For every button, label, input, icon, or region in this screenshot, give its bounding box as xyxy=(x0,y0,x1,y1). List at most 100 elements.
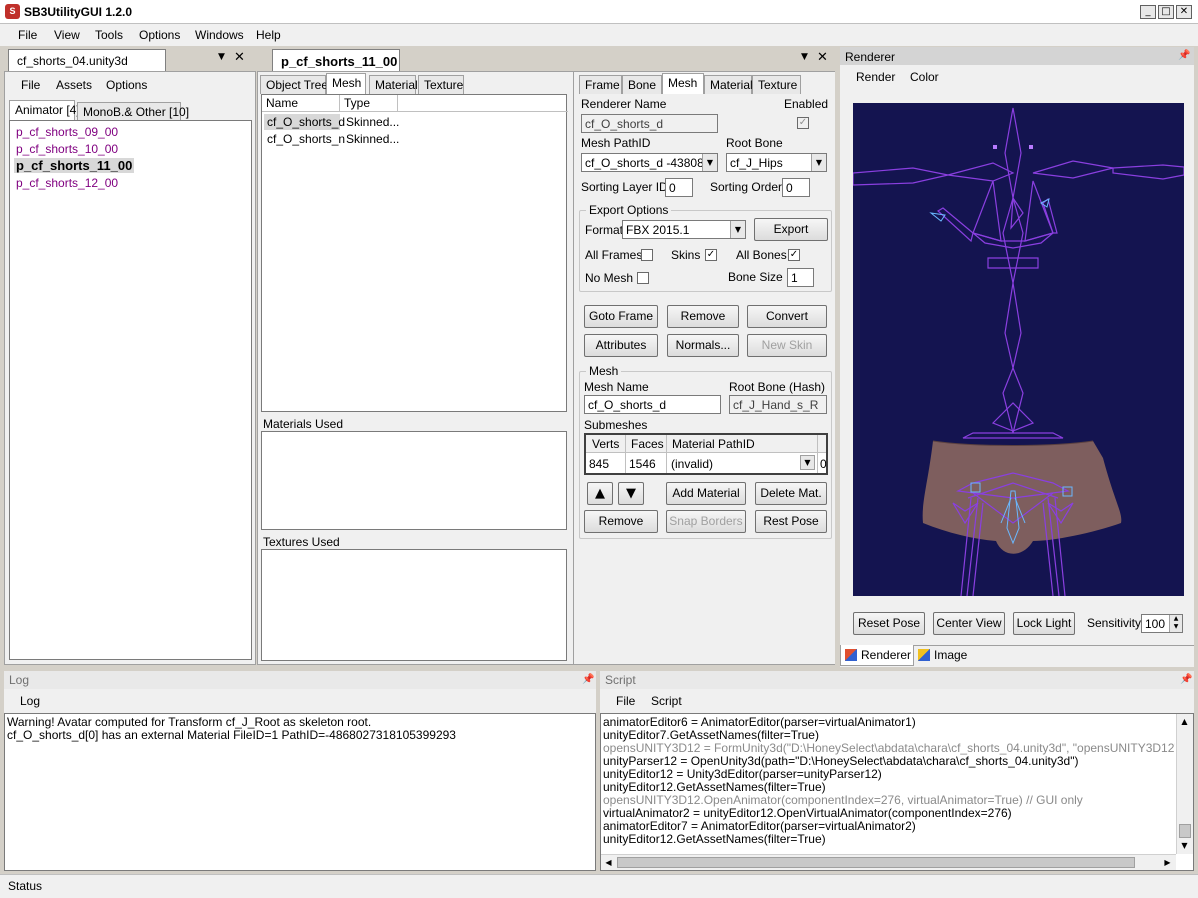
bone-size-field[interactable]: 1 xyxy=(787,268,814,287)
tab-texture[interactable]: Texture xyxy=(418,75,464,94)
pin-icon[interactable]: 📌 xyxy=(1180,674,1192,685)
snap-borders-button[interactable]: Snap Borders xyxy=(666,510,746,533)
menu-view[interactable]: View xyxy=(54,28,80,42)
hscroll-thumb[interactable] xyxy=(617,857,1135,868)
script-menu-file[interactable]: File xyxy=(616,694,635,708)
tab-frame[interactable]: Frame xyxy=(579,75,622,94)
renderer-icon xyxy=(845,649,857,661)
convert-button[interactable]: Convert xyxy=(747,305,827,328)
script-vscrollbar[interactable]: ▲ ▼ xyxy=(1176,714,1193,854)
tab-mesh-props[interactable]: Mesh xyxy=(662,73,704,94)
remove-submesh-button[interactable]: Remove xyxy=(584,510,658,533)
normals-button[interactable]: Normals... xyxy=(667,334,739,357)
list-item[interactable]: p_cf_shorts_09_00 xyxy=(16,125,118,139)
list-item[interactable]: p_cf_shorts_10_00 xyxy=(16,142,118,156)
log-text[interactable]: Warning! Avatar computed for Transform c… xyxy=(4,713,596,871)
tab-material[interactable]: Material xyxy=(369,75,418,94)
sensitivity-stepper[interactable]: 100 ▲ ▼ xyxy=(1141,614,1183,633)
remove-button[interactable]: Remove xyxy=(667,305,739,328)
all-bones-checkbox[interactable]: ✓ xyxy=(788,249,800,261)
scroll-down-icon[interactable]: ▼ xyxy=(1177,838,1192,853)
list-item[interactable]: p_cf_shorts_12_00 xyxy=(16,176,118,190)
spinner-icon[interactable]: ▲ ▼ xyxy=(1169,615,1182,632)
submesh-material[interactable]: (invalid) xyxy=(671,457,713,471)
tab-renderer-bottom[interactable]: Renderer xyxy=(840,645,914,666)
minimize-button[interactable]: _ xyxy=(1140,5,1156,19)
lock-light-button[interactable]: Lock Light xyxy=(1013,612,1075,635)
scroll-thumb[interactable] xyxy=(1179,824,1191,838)
chevron-down-icon[interactable]: ▼ xyxy=(800,455,815,470)
move-up-button[interactable]: ▲ xyxy=(587,482,613,505)
dropdown-icon[interactable]: ▼ xyxy=(218,52,225,62)
column-header-material[interactable]: Material PathID xyxy=(672,437,755,451)
goto-frame-button[interactable]: Goto Frame xyxy=(584,305,658,328)
sorting-layer-field[interactable]: 0 xyxy=(665,178,693,197)
table-row-type: Skinned... xyxy=(346,132,400,146)
mesh-pathid-select[interactable]: cf_O_shorts_d -4380841 ▼ xyxy=(581,153,718,172)
left-menu-assets[interactable]: Assets xyxy=(56,78,92,92)
mesh-pathid-value: cf_O_shorts_d -4380841 xyxy=(585,156,718,170)
tab-animator[interactable]: Animator [4] xyxy=(9,100,80,120)
doc-tab-unity3d[interactable]: cf_shorts_04.unity3d xyxy=(8,49,166,71)
tab-mesh[interactable]: Mesh xyxy=(326,73,366,94)
reset-pose-button[interactable]: Reset Pose xyxy=(853,612,925,635)
tab-monob-other[interactable]: MonoB.& Other [10] xyxy=(77,102,189,121)
rest-pose-button[interactable]: Rest Pose xyxy=(755,510,827,533)
no-mesh-checkbox[interactable] xyxy=(637,272,649,284)
left-menu-file[interactable]: File xyxy=(21,78,40,92)
dropdown-icon[interactable]: ▼ xyxy=(801,52,808,62)
root-bone-hash-field[interactable]: cf_J_Hand_s_R xyxy=(729,395,827,414)
add-material-button[interactable]: Add Material xyxy=(666,482,746,505)
doc-tab-animator[interactable]: p_cf_shorts_11_00 xyxy=(272,49,400,71)
sorting-order-field[interactable]: 0 xyxy=(782,178,810,197)
tab-bone[interactable]: Bone xyxy=(622,75,662,94)
scroll-left-icon[interactable]: ◀ xyxy=(601,855,616,870)
table-row-name[interactable]: cf_O_shorts_d xyxy=(264,114,345,130)
column-header-verts[interactable]: Verts xyxy=(592,437,619,451)
list-item-selected[interactable]: p_cf_shorts_11_00 xyxy=(14,158,135,173)
all-frames-checkbox[interactable] xyxy=(641,249,653,261)
mesh-name-field[interactable]: cf_O_shorts_d xyxy=(584,395,721,414)
menu-tools[interactable]: Tools xyxy=(95,28,123,42)
enabled-checkbox[interactable]: ✓ xyxy=(797,117,809,129)
script-text[interactable]: animatorEditor6 = AnimatorEditor(parser=… xyxy=(600,713,1194,871)
render-viewport[interactable] xyxy=(853,103,1184,596)
skins-checkbox[interactable]: ✓ xyxy=(705,249,717,261)
center-view-button[interactable]: Center View xyxy=(933,612,1005,635)
pin-icon[interactable]: 📌 xyxy=(582,674,594,685)
close-button[interactable]: ✕ xyxy=(1176,5,1192,19)
renderer-name-field[interactable]: cf_O_shorts_d xyxy=(581,114,718,133)
scroll-up-icon[interactable]: ▲ xyxy=(1177,714,1192,729)
mesh-list: Name Type cf_O_shorts_d Skinned... cf_O_… xyxy=(261,94,568,412)
pin-icon[interactable]: 📌 xyxy=(1178,50,1190,61)
menu-options[interactable]: Options xyxy=(139,28,180,42)
renderer-menu-render[interactable]: Render xyxy=(856,70,895,84)
format-select[interactable]: FBX 2015.1 ▼ xyxy=(622,220,746,239)
scroll-right-icon[interactable]: ▶ xyxy=(1160,855,1175,870)
close-icon[interactable]: ✕ xyxy=(234,50,245,65)
delete-mat-button[interactable]: Delete Mat. xyxy=(755,482,827,505)
table-row-name[interactable]: cf_O_shorts_n xyxy=(267,132,345,146)
menu-windows[interactable]: Windows xyxy=(195,28,244,42)
root-bone-select[interactable]: cf_J_Hips ▼ xyxy=(726,153,827,172)
menu-file[interactable]: File xyxy=(18,28,37,42)
log-menu[interactable]: Log xyxy=(20,694,40,708)
new-skin-button[interactable]: New Skin xyxy=(747,334,827,357)
tab-texture-props[interactable]: Texture xyxy=(752,75,801,94)
tab-material-props[interactable]: Material xyxy=(704,75,753,94)
close-icon[interactable]: ✕ xyxy=(817,50,828,65)
attributes-button[interactable]: Attributes xyxy=(584,334,658,357)
left-menu-options[interactable]: Options xyxy=(106,78,147,92)
script-hscrollbar[interactable]: ◀ ▶ xyxy=(601,854,1176,870)
column-header-faces[interactable]: Faces xyxy=(631,437,664,451)
tab-object-tree[interactable]: Object Tree xyxy=(260,75,328,94)
column-header-type[interactable]: Type xyxy=(340,95,398,111)
export-button[interactable]: Export xyxy=(754,218,828,241)
tab-image[interactable]: Image xyxy=(914,645,974,665)
move-down-button[interactable]: ▼ xyxy=(618,482,644,505)
renderer-menu-color[interactable]: Color xyxy=(910,70,939,84)
script-menu-script[interactable]: Script xyxy=(651,694,682,708)
column-header-name[interactable]: Name xyxy=(262,95,340,111)
menu-help[interactable]: Help xyxy=(256,28,281,42)
maximize-button[interactable]: □ xyxy=(1158,5,1174,19)
